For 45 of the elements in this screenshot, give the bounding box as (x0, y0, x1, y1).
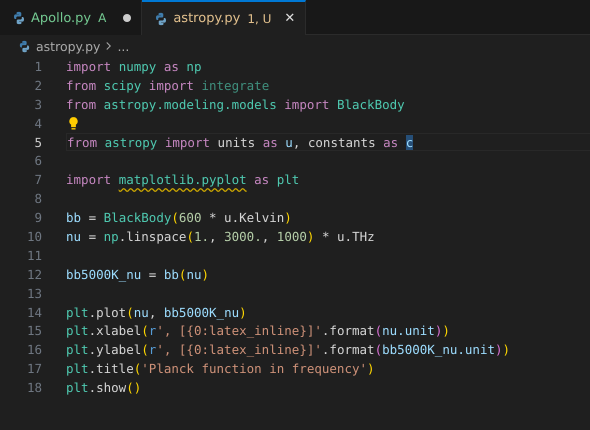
tab-label: Apollo.py (31, 10, 92, 26)
python-file-icon (12, 11, 26, 25)
code-line: import matplotlib.pyplot as plt (66, 172, 300, 188)
line-number: 9 (33, 210, 42, 226)
line-number: 13 (26, 286, 42, 301)
unsaved-dot-icon (123, 14, 132, 22)
editor-tab[interactable]: astropy.py 1, U ✕ (142, 0, 306, 35)
code-line: nu = np.linspace(1., 3000., 1000) * u.THz (66, 228, 375, 244)
line-number: 2 (33, 78, 42, 93)
code-line: plt.plot(nu, bb5000K_nu) (66, 304, 247, 320)
python-file-icon (18, 40, 31, 52)
line-number: 5 (33, 134, 42, 150)
line-number: 15 (26, 323, 42, 338)
breadcrumb-item[interactable]: ... (117, 38, 130, 54)
tab-status: 1, U (247, 12, 272, 26)
tab-status: A (98, 11, 106, 25)
python-file-icon (154, 12, 168, 26)
line-number: 3 (33, 96, 42, 112)
code-line: import numpy as np (66, 58, 202, 74)
lightbulb-icon[interactable] (68, 116, 79, 131)
line-number: 18 (26, 380, 42, 396)
line-number: 16 (26, 342, 42, 358)
code-line: from scipy import integrate (66, 78, 270, 93)
code-line: plt.show() (66, 380, 142, 396)
chevron-right-icon (105, 41, 112, 51)
code-line: plt.xlabel(r', [{0:latex_inline}]'.format(nu.unit)) (66, 323, 450, 338)
code-line: plt.ylabel(r', [{0:latex_inline}]'.format(bb5000K_nu.unit)) (66, 342, 510, 358)
line-number: 4 (33, 116, 42, 131)
line-number: 14 (26, 304, 42, 320)
code-line: from astropy.modeling.models import BlackBody (66, 96, 405, 112)
line-number: 6 (33, 153, 42, 168)
line-number: 11 (26, 248, 42, 263)
close-button[interactable]: ✕ (284, 12, 296, 25)
line-number: 17 (26, 361, 42, 376)
line-number: 8 (33, 191, 42, 206)
line-number: 1 (33, 58, 42, 74)
line-number: 10 (26, 228, 42, 244)
code-line: plt.title('Planck function in frequency') (66, 361, 375, 376)
breadcrumb-item[interactable]: astropy.py (36, 38, 100, 54)
code-line: bb = BlackBody(600 * u.Kelvin) (66, 210, 292, 226)
code-line: from astropy import units as u, constants as c (67, 134, 414, 150)
tab-label: astropy.py (173, 11, 240, 26)
code-line: bb5000K_nu = bb(nu) (66, 266, 210, 282)
line-number: 7 (33, 172, 42, 188)
line-number: 12 (26, 266, 42, 282)
